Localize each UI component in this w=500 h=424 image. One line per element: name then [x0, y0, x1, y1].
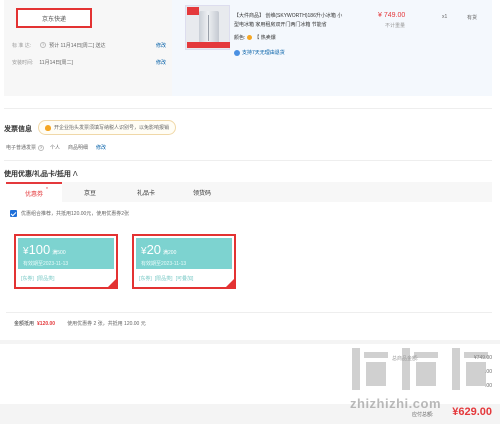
- help-icon[interactable]: ?: [40, 42, 47, 48]
- product-title[interactable]: 【大件商品】 创维(SKYWORTH)186升小冰箱 小型电冰箱 家用租房双开门…: [234, 12, 344, 30]
- coupon-section-title[interactable]: 使用优惠/礼品卡/抵用 ᐱ: [4, 169, 78, 179]
- coupon-amount-value: 20: [146, 242, 162, 257]
- coupon-amount: ¥20 满200: [141, 242, 176, 257]
- lightbulb-icon: [45, 124, 51, 131]
- product-stock-status: 有货: [467, 15, 478, 21]
- coupon-summary: 金额抵用 ¥120.00 使用优惠券 2 张，共抵用 120.00 元: [14, 320, 146, 328]
- coupon-condition: 满200: [163, 250, 177, 256]
- standard-delivery-label: 标 准 达:: [12, 42, 32, 49]
- product-image[interactable]: [185, 5, 230, 50]
- coupon-tag: [东券]: [21, 276, 34, 282]
- product-panel: 【大件商品】 创维(SKYWORTH)186升小冰箱 小型电冰箱 家用租房双开门…: [172, 0, 492, 96]
- optimize-combo-checkbox[interactable]: [10, 210, 17, 217]
- chevron-up-icon: ᐱ: [72, 171, 78, 178]
- product-price: ¥ 749.00: [378, 12, 406, 19]
- optimize-combo-text: 优惠组合推荐，共抵用120.00元，使用优惠券2张: [21, 211, 130, 217]
- invoice-tip: 开企业抬头发票须填写纳税人识别号，以免影响报销: [38, 120, 177, 135]
- coupon-summary-amount: ¥120.00: [37, 320, 56, 327]
- coupon-section-title-text: 使用优惠/礼品卡/抵用: [4, 171, 71, 178]
- install-time-edit-link[interactable]: 修改: [156, 59, 166, 66]
- section-divider: [4, 108, 492, 109]
- coupon-amount: ¥100 满500: [23, 242, 66, 257]
- standard-delivery-value: 预计 11月14日[周二] 送达: [49, 42, 106, 49]
- watermark-logo: [350, 344, 490, 394]
- selected-check-icon: [108, 279, 116, 287]
- product-weight-note: 不计重量: [385, 23, 406, 29]
- product-color-value: 【 热卖爆: [254, 35, 276, 41]
- product-color-label: 颜色:: [234, 35, 246, 41]
- payable-total-label: 应付总额:: [412, 412, 434, 418]
- payable-total-amount: ¥629.00: [452, 406, 492, 418]
- install-time-value: 11月14日[周二]: [39, 59, 73, 66]
- tab-jingdou[interactable]: 京豆: [62, 182, 118, 202]
- invoice-row: 电子普通发票 ? 个人 商品明细 修改: [6, 144, 114, 151]
- coupon-tag: [限品类]: [36, 276, 55, 282]
- install-time-label: 安装时间:: [12, 59, 34, 66]
- fridge-icon: [199, 11, 219, 45]
- tab-gift-card[interactable]: 礼品卡: [118, 182, 174, 202]
- shipping-panel: 京东快递 标 准 达: ? 预计 11月14日[周二] 送达 修改 安装时间: …: [4, 0, 172, 96]
- tab-label: 礼品卡: [136, 190, 155, 197]
- coupon-tabs: 优惠券 * 京豆 礼品卡 领货码: [6, 182, 492, 202]
- section-divider: [6, 312, 492, 313]
- shipping-method-tag[interactable]: 京东快递: [16, 8, 92, 28]
- watermark-text: zhizhizhi.com: [350, 396, 441, 411]
- return-policy-icon: [234, 49, 240, 56]
- required-star-icon: *: [46, 187, 48, 193]
- return-policy-label: 支持7天无理由退货: [242, 50, 285, 56]
- help-icon[interactable]: ?: [38, 144, 45, 151]
- coupon-amount-value: 100: [28, 242, 51, 257]
- coupon-card[interactable]: ¥100 满500 有效期至2023-11-13 [东券] [限品类]: [14, 234, 118, 289]
- invoice-edit-link[interactable]: 修改: [96, 144, 106, 151]
- invoice-tip-text: 开企业抬头发票须填写纳税人识别号，以免影响报销: [54, 125, 170, 131]
- product-quantity: x1: [442, 14, 448, 20]
- coupon-tag: [限品类]: [154, 276, 173, 282]
- coupon-card-header: ¥100 满500 有效期至2023-11-13: [18, 238, 114, 269]
- tab-label: 优惠券: [24, 191, 43, 198]
- install-time-row: 安装时间: 11月14日[周二]: [12, 57, 73, 67]
- promo-badge: [187, 7, 199, 15]
- coupon-expiry: 有效期至2023-11-13: [141, 261, 187, 267]
- selected-check-icon: [226, 279, 234, 287]
- coupon-card-header: ¥20 满200 有效期至2023-11-13: [136, 238, 232, 269]
- coupon-expiry: 有效期至2023-11-13: [23, 261, 69, 267]
- invoice-header: 个人: [50, 145, 61, 151]
- invoice-section-title: 发票信息: [4, 126, 32, 133]
- tab-label: 京豆: [83, 190, 96, 197]
- coupon-tags: [东券] [限品类] [可叠加]: [139, 275, 196, 282]
- promo-strip: [187, 42, 230, 48]
- optimize-combo-row: 优惠组合推荐，共抵用120.00元，使用优惠券2张: [10, 210, 129, 217]
- tab-label: 领货码: [192, 190, 211, 197]
- tab-redeem-code[interactable]: 领货码: [174, 182, 230, 202]
- coupon-tag: [可叠加]: [175, 276, 194, 282]
- invoice-content: 商品明细: [68, 145, 89, 151]
- invoice-type: 电子普通发票: [6, 145, 37, 151]
- product-color-row: 颜色: 【 热卖爆: [234, 34, 276, 41]
- coupon-condition: 满500: [52, 250, 66, 256]
- coupon-card[interactable]: ¥20 满200 有效期至2023-11-13 [东券] [限品类] [可叠加]: [132, 234, 236, 289]
- standard-delivery-row: 标 准 达: ? 预计 11月14日[周二] 送达: [12, 40, 105, 50]
- tab-coupons[interactable]: 优惠券 *: [6, 182, 62, 202]
- hot-sale-icon: [247, 35, 253, 40]
- section-divider: [4, 160, 492, 161]
- coupon-tag: [东券]: [139, 276, 152, 282]
- coupon-summary-detail: 使用优惠券 2 张，共抵用 120.00 元: [67, 321, 146, 327]
- shipping-method-label: 京东快递: [41, 16, 66, 23]
- coupon-tags: [东券] [限品类]: [21, 275, 58, 282]
- return-policy[interactable]: 支持7天无理由退货: [234, 49, 285, 56]
- standard-delivery-edit-link[interactable]: 修改: [156, 42, 166, 49]
- coupon-summary-label: 金额抵用: [14, 321, 35, 327]
